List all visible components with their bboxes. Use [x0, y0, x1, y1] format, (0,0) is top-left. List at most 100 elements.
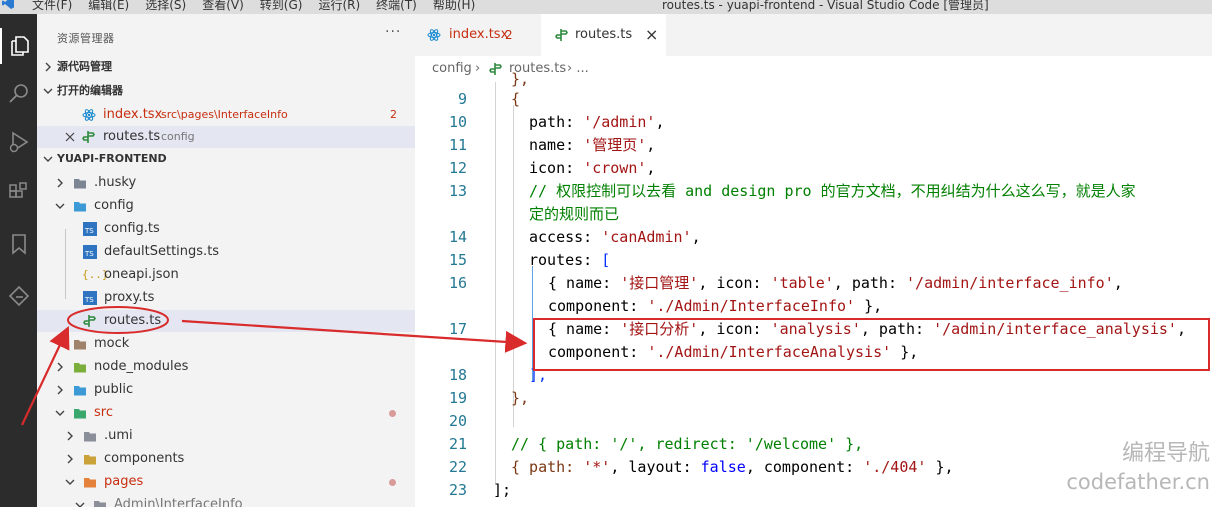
- tree-file-oneapi[interactable]: {..} oneapi.json: [37, 264, 415, 286]
- code-token: , layout:: [610, 458, 701, 476]
- typescript-file-icon: TS: [83, 222, 97, 236]
- run-debug-button[interactable]: [0, 124, 37, 160]
- code-line-13-wrap: 定的规则而已: [529, 205, 620, 223]
- tab-index-tsx[interactable]: index.tsx 2: [415, 14, 539, 56]
- code-token: '管理页': [583, 136, 647, 154]
- tree-file-proxy[interactable]: TS proxy.ts: [37, 287, 415, 309]
- code-token: '接口分析': [620, 320, 699, 338]
- code-token: {: [511, 90, 521, 108]
- menu-help[interactable]: 帮助(H): [433, 0, 475, 13]
- tab-problems-badge: 2: [505, 28, 513, 42]
- line-number: 19: [448, 389, 467, 407]
- tree-folder-mock[interactable]: mock: [37, 333, 415, 355]
- tree-folder-src[interactable]: src: [37, 402, 415, 424]
- modified-dot: [389, 410, 396, 417]
- code-line-21: // { path: '/', redirect: '/welcome' },: [511, 435, 864, 453]
- line-number: 21: [448, 435, 467, 453]
- code-token: icon:: [529, 159, 584, 177]
- section-open-editors-label: 打开的编辑器: [57, 84, 123, 97]
- chevron-right-icon: [67, 454, 73, 464]
- breadcrumb: config › routes.ts › ...: [415, 56, 1212, 82]
- section-scm-label: 源代码管理: [57, 60, 112, 73]
- menu-edit[interactable]: 编辑(E): [88, 0, 129, 13]
- react-file-icon: [427, 29, 441, 41]
- vscode-logo-icon: [2, 0, 14, 9]
- code-token: [: [601, 251, 611, 269]
- code-line-10: path: '/admin',: [529, 111, 664, 134]
- indent-guide: [513, 105, 514, 427]
- code-token: 'analysis': [770, 320, 861, 338]
- code-token: routes:: [529, 251, 602, 269]
- code-line-11: name: '管理页',: [529, 134, 655, 157]
- tree-folder-husky[interactable]: .husky: [37, 172, 415, 194]
- tree-folder-node-modules[interactable]: node_modules: [37, 356, 415, 378]
- breadcrumb-separator: ›: [475, 61, 481, 76]
- tab-close-icon[interactable]: ×: [645, 14, 658, 56]
- code-token: '*': [583, 458, 611, 476]
- more-actions-icon[interactable]: ···: [385, 24, 401, 40]
- section-open-editors[interactable]: 打开的编辑器: [37, 80, 415, 102]
- tree-folder-umi[interactable]: .umi: [37, 425, 415, 447]
- section-scm[interactable]: 源代码管理: [37, 56, 415, 78]
- code-token: },: [855, 297, 883, 315]
- remote-button[interactable]: [0, 278, 37, 314]
- menu-selection[interactable]: 选择(S): [145, 0, 186, 13]
- code-token: '接口管理': [620, 274, 699, 292]
- chevron-right-icon: [57, 178, 63, 188]
- menu-terminal[interactable]: 终端(T): [376, 0, 417, 13]
- menu-run[interactable]: 运行(R): [318, 0, 360, 13]
- code-token: , icon:: [698, 320, 771, 338]
- tree-item-label: public: [94, 382, 134, 397]
- chevron-right-icon: [57, 362, 63, 372]
- code-token: , icon:: [698, 274, 771, 292]
- line-number: 9: [457, 90, 467, 108]
- code-token: access:: [529, 228, 602, 246]
- line-number: 17: [448, 320, 467, 338]
- chevron-down-icon: [43, 156, 53, 162]
- tree-item-label: oneapi.json: [104, 267, 179, 282]
- tree-item-label: defaultSettings.ts: [104, 244, 220, 259]
- svg-text:TS: TS: [84, 227, 94, 235]
- open-editor-item-active[interactable]: routes.ts config: [37, 126, 415, 148]
- menu-file[interactable]: 文件(F): [32, 0, 72, 13]
- code-line-12: icon: 'crown',: [529, 157, 655, 180]
- tree-item-label: mock: [94, 336, 130, 351]
- section-project[interactable]: YUAPI-FRONTEND: [37, 148, 415, 170]
- open-editor-item[interactable]: index.tsx src\pages\InterfaceInfo 2: [37, 104, 415, 126]
- open-editor-path: src\pages\InterfaceInfo: [161, 108, 288, 121]
- extensions-button[interactable]: [0, 174, 37, 210]
- tree-file-default-settings[interactable]: TS defaultSettings.ts: [37, 241, 415, 263]
- line-number: 23: [448, 481, 467, 499]
- code-line-19: },: [511, 389, 530, 407]
- tree-folder-components[interactable]: components: [37, 448, 415, 470]
- breadcrumb-rest[interactable]: › ...: [567, 56, 589, 82]
- tree-item-label: .umi: [104, 428, 133, 443]
- tree-folder-pages[interactable]: pages: [37, 471, 415, 493]
- menu-view[interactable]: 查看(V): [202, 0, 244, 13]
- problems-count: 2: [390, 108, 397, 121]
- code-token: ,: [1113, 274, 1123, 292]
- tab-routes-ts[interactable]: routes.ts ×: [541, 14, 666, 56]
- code-token: './404': [863, 458, 927, 476]
- code-line-17-wrap: component: './Admin/InterfaceAnalysis' }…: [548, 341, 918, 364]
- tree-folder-public[interactable]: public: [37, 379, 415, 401]
- close-icon[interactable]: [65, 126, 75, 148]
- breadcrumb-folder[interactable]: config: [432, 56, 472, 82]
- bookmarks-button[interactable]: [0, 226, 37, 262]
- code-line-17: { name: '接口分析', icon: 'analysis', path: …: [548, 318, 1186, 341]
- activity-bar: [0, 14, 37, 507]
- tree-folder-admin-interface[interactable]: Admin\InterfaceInfo: [37, 494, 415, 507]
- routes-file-icon: [82, 131, 95, 143]
- tree-item-label: routes.ts: [104, 313, 162, 328]
- section-project-label: YUAPI-FRONTEND: [57, 152, 167, 165]
- search-button[interactable]: [0, 76, 37, 112]
- tree-file-config-ts[interactable]: TS config.ts: [37, 218, 415, 240]
- line-number: 18: [448, 366, 467, 384]
- folder-icon: [84, 432, 96, 442]
- tree-folder-config[interactable]: config: [37, 195, 415, 217]
- explorer-button[interactable]: [0, 28, 37, 64]
- tree-file-routes[interactable]: routes.ts: [37, 310, 415, 332]
- menu-go[interactable]: 转到(G): [260, 0, 303, 13]
- files-icon: [10, 36, 29, 56]
- open-editor-filename: routes.ts: [103, 129, 161, 144]
